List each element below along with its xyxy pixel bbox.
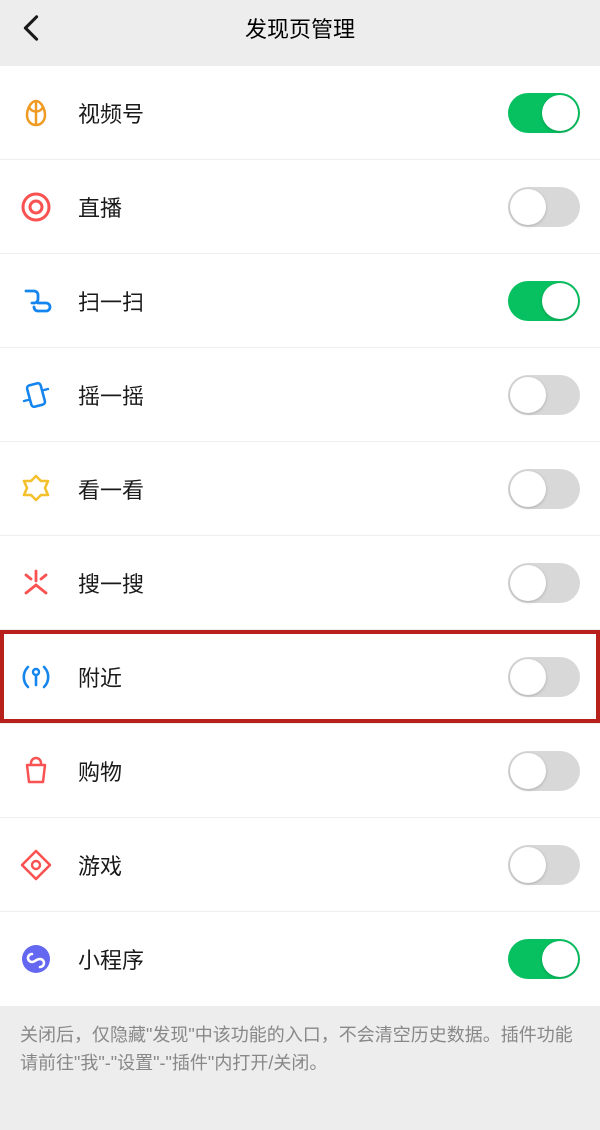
row-channels: 视频号: [0, 66, 600, 160]
toggle-channels[interactable]: [508, 93, 580, 133]
toggle-search[interactable]: [508, 563, 580, 603]
row-label: 小程序: [78, 943, 508, 975]
row-search: 搜一搜: [0, 536, 600, 630]
chevron-left-icon: [22, 14, 40, 42]
header: 发现页管理: [0, 0, 600, 56]
toggle-shake[interactable]: [508, 375, 580, 415]
toggle-topstories[interactable]: [508, 469, 580, 509]
settings-list: 视频号 直播 扫一扫 摇一摇 看一看 搜一搜: [0, 66, 600, 1006]
toggle-live[interactable]: [508, 187, 580, 227]
toggle-shopping[interactable]: [508, 751, 580, 791]
shake-icon: [16, 375, 56, 415]
row-scan: 扫一扫: [0, 254, 600, 348]
toggle-nearby[interactable]: [508, 657, 580, 697]
row-shopping: 购物: [0, 724, 600, 818]
live-icon: [16, 187, 56, 227]
row-topstories: 看一看: [0, 442, 600, 536]
toggle-scan[interactable]: [508, 281, 580, 321]
row-label: 附近: [78, 661, 508, 693]
nearby-icon: [16, 657, 56, 697]
row-label: 扫一扫: [78, 285, 508, 317]
footer-note: 关闭后，仅隐藏"发现"中该功能的入口，不会清空历史数据。插件功能请前往"我"-"…: [0, 1006, 600, 1094]
page-title: 发现页管理: [0, 12, 600, 44]
row-label: 搜一搜: [78, 567, 508, 599]
row-nearby: 附近: [0, 630, 600, 724]
row-label: 游戏: [78, 849, 508, 881]
toggle-miniapp[interactable]: [508, 939, 580, 979]
back-button[interactable]: [16, 13, 46, 43]
row-label: 视频号: [78, 97, 508, 129]
channels-icon: [16, 93, 56, 133]
row-shake: 摇一摇: [0, 348, 600, 442]
miniapp-icon: [16, 939, 56, 979]
games-icon: [16, 845, 56, 885]
row-label: 购物: [78, 755, 508, 787]
search-icon: [16, 563, 56, 603]
scan-icon: [16, 281, 56, 321]
topstories-icon: [16, 469, 56, 509]
toggle-games[interactable]: [508, 845, 580, 885]
shopping-icon: [16, 751, 56, 791]
row-miniapp: 小程序: [0, 912, 600, 1006]
row-label: 看一看: [78, 473, 508, 505]
row-label: 摇一摇: [78, 379, 508, 411]
row-label: 直播: [78, 191, 508, 223]
row-live: 直播: [0, 160, 600, 254]
row-games: 游戏: [0, 818, 600, 912]
